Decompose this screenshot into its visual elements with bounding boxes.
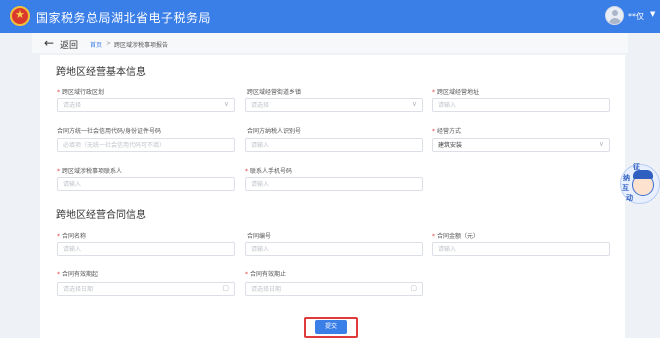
chevron-down-icon: ∨ [598, 140, 604, 148]
chevron-down-icon: ∨ [411, 100, 417, 108]
breadcrumb-current: 跨区域涉税事项报告 [114, 42, 169, 49]
mascot-text: 动 [626, 194, 633, 202]
unified-code-input[interactable]: 必填项（无统一社会信用代码可不填） [57, 138, 235, 152]
mascot-text: 互 [622, 184, 629, 192]
field-label-business-mode: * 经营方式 [432, 128, 462, 135]
user-avatar-icon[interactable] [605, 6, 624, 25]
field-label-taxpayer-name: 合同方纳税人识别号 [247, 128, 302, 135]
breadcrumb-separator: > [106, 40, 112, 47]
calendar-icon: ▢ [410, 284, 417, 292]
field-label-region: * 跨区域行政区划 [57, 89, 105, 96]
taxpayer-name-input[interactable]: 请输入 [245, 138, 423, 152]
mascot-text: 纳 [623, 174, 630, 182]
contract-amount-input[interactable]: 请输入 [432, 242, 610, 256]
calendar-icon: ▢ [222, 284, 229, 292]
tax-emblem-icon [10, 6, 30, 26]
mascot-text: 征 [633, 163, 640, 171]
interaction-mascot-widget[interactable]: 征 纳 互 动 [620, 163, 660, 204]
street-select[interactable]: 请选择 ∨ [245, 98, 423, 112]
field-label-unified-code: 合同方统一社会信用代码/身份证件号码 [57, 128, 162, 135]
breadcrumb-home[interactable]: 首页 [90, 40, 102, 49]
section-title-basic: 跨地区经营基本信息 [56, 67, 146, 78]
field-label-contact: * 跨区域涉税事项联系人 [57, 168, 123, 175]
field-label-contract-amount: * 合同金额（元） [432, 233, 480, 240]
contract-name-input[interactable]: 请输入 [57, 242, 235, 256]
contact-input[interactable]: 请输入 [57, 177, 235, 191]
phone-input[interactable]: 请输入 [245, 177, 423, 191]
submit-button[interactable]: 提交 [315, 320, 347, 334]
valid-to-date-picker[interactable]: 请选择日期 ▢ [245, 282, 423, 296]
field-label-address: * 跨区域经营地址 [432, 89, 480, 96]
address-input[interactable]: 请输入 [432, 98, 610, 112]
site-title: 国家税务总局湖北省电子税务局 [36, 11, 212, 25]
field-label-contract-no: 合同编号 [247, 233, 272, 240]
field-label-phone: * 联系人手机号码 [245, 168, 293, 175]
user-name[interactable]: **仅 [628, 11, 644, 22]
contract-no-input[interactable]: 请输入 [245, 242, 423, 256]
section-title-contract: 跨地区经营合同信息 [56, 210, 146, 221]
back-button[interactable]: 返回 [60, 38, 78, 51]
chevron-down-icon[interactable]: ▼ [650, 10, 655, 18]
business-mode-select[interactable]: 建筑安装 ∨ [432, 138, 610, 152]
region-select[interactable]: 请选择 ∨ [57, 98, 235, 112]
valid-from-date-picker[interactable]: 请选择日期 ▢ [57, 282, 235, 296]
field-label-street: 跨区域经营街道乡镇 [247, 89, 302, 96]
field-label-contract-name: * 合同名称 [57, 233, 87, 240]
chevron-down-icon: ∨ [223, 100, 229, 108]
back-arrow-icon[interactable]: ← [44, 36, 54, 50]
field-label-valid-from: * 合同有效期起 [57, 271, 99, 278]
field-label-valid-to: * 合同有效期止 [245, 271, 287, 278]
